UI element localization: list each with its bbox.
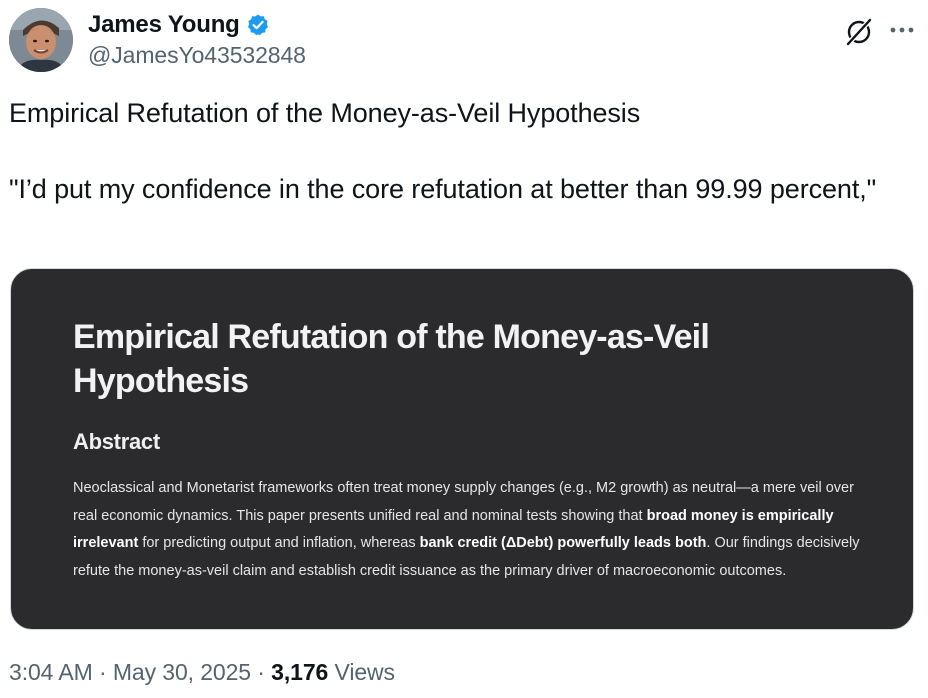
tweet-text-spacer — [9, 132, 909, 170]
tweet-meta: 3:04 AM · May 30, 2025 · 3,176 Views — [9, 659, 395, 686]
attached-image[interactable]: Empirical Refutation of the Money-as-Vei… — [10, 268, 914, 630]
more-options-icon[interactable] — [887, 24, 917, 36]
author-block: James Young @JamesYo43532848 — [88, 10, 306, 69]
display-name-row: James Young — [88, 10, 306, 40]
abstract-text: Neoclassical and Monetarist frameworks o… — [73, 475, 863, 585]
view-count: 3,176 — [271, 659, 329, 685]
abstract-text-part: for predicting output and inflation, whe… — [138, 535, 420, 551]
avatar[interactable] — [9, 8, 73, 72]
meta-separator: · — [251, 659, 272, 685]
grok-icon[interactable] — [843, 16, 875, 48]
tweet-time[interactable]: 3:04 AM — [9, 659, 93, 685]
tweet-text-line: Empirical Refutation of the Money-as-Vei… — [9, 98, 641, 128]
verified-badge-icon[interactable] — [246, 13, 270, 37]
profile-photo-icon — [9, 8, 73, 72]
abstract-bold-text: bank credit (ΔDebt) powerfully leads bot… — [419, 535, 707, 551]
meta-separator: · — [92, 659, 113, 685]
tweet-text: Empirical Refutation of the Money-as-Vei… — [9, 94, 909, 208]
views-label: Views — [328, 659, 395, 685]
author-handle[interactable]: @JamesYo43532848 — [88, 42, 306, 69]
tweet-header: James Young @JamesYo43532848 — [9, 8, 919, 74]
display-name[interactable]: James Young — [88, 11, 240, 39]
tweet-text-line: "I’d put my confidence in the core refut… — [9, 174, 877, 204]
tweet-date[interactable]: May 30, 2025 — [113, 659, 251, 685]
document-title: Empirical Refutation of the Money-as-Vei… — [73, 318, 710, 400]
abstract-heading: Abstract — [73, 429, 160, 454]
